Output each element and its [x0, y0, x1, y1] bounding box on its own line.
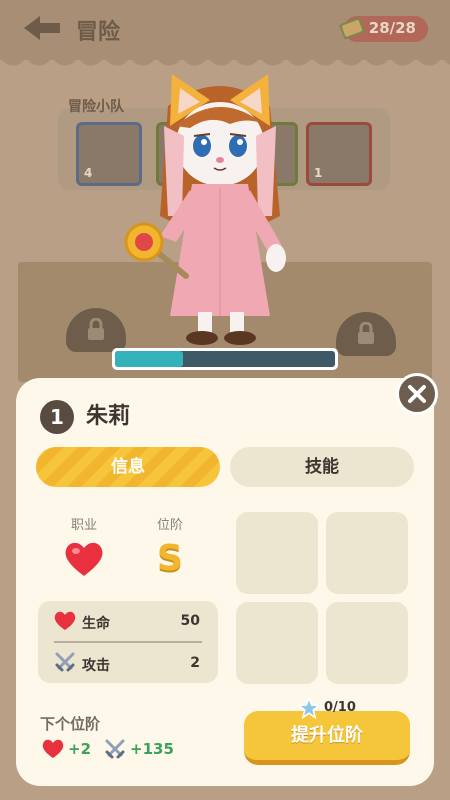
grade-label: 位阶	[156, 518, 183, 533]
locked-building	[66, 308, 126, 352]
equipment-slot[interactable]	[236, 512, 318, 594]
exp-progress-bar	[112, 348, 338, 370]
hero-rank-badge: 1	[40, 400, 74, 434]
swords-icon	[105, 739, 125, 759]
locked-building	[336, 312, 396, 356]
equipment-slot[interactable]	[326, 602, 408, 684]
exp-progress-fill	[115, 351, 184, 367]
class-label: 职业	[70, 518, 97, 533]
hero-character	[124, 74, 286, 345]
hero-name: 朱莉	[86, 404, 131, 429]
stat-label-atk: 攻击	[82, 658, 110, 674]
ticket-icon	[339, 17, 365, 40]
star-shard-icon	[298, 697, 320, 719]
exp-progress-track	[115, 351, 335, 367]
heart-icon	[54, 611, 76, 630]
swords-icon	[55, 652, 75, 672]
next-grade-label: 下个位阶	[40, 715, 101, 733]
close-icon	[408, 385, 426, 403]
equipment-slot[interactable]	[326, 512, 408, 594]
team-slot-level: 4	[84, 166, 93, 180]
team-label: 冒险小队	[68, 99, 124, 115]
heart-icon	[42, 739, 64, 758]
equipment-slot[interactable]	[236, 602, 318, 684]
stat-value-atk: 2	[190, 655, 200, 671]
tab-info[interactable]: 信息	[36, 447, 220, 487]
stats-divider	[54, 641, 202, 643]
energy-counter: 28/28	[339, 16, 428, 42]
stat-label-hp: 生命	[82, 616, 110, 632]
energy-value: 28/28	[368, 19, 416, 37]
upgrade-cost: 0/10	[324, 700, 356, 715]
lock-icon	[358, 322, 374, 344]
stat-value-hp: 50	[180, 613, 200, 629]
grade-value: S	[157, 538, 183, 579]
page-title: 冒险	[76, 20, 121, 45]
next-grade-hp: +2	[68, 740, 92, 758]
heart-icon	[65, 542, 103, 576]
upgrade-grade-button[interactable]: 提升位阶	[244, 711, 410, 765]
next-grade-atk: +135	[130, 740, 174, 758]
close-button[interactable]	[396, 373, 438, 415]
tab-skill[interactable]: 技能	[230, 447, 414, 487]
lock-icon	[88, 318, 104, 340]
back-arrow-icon[interactable]	[22, 14, 62, 42]
